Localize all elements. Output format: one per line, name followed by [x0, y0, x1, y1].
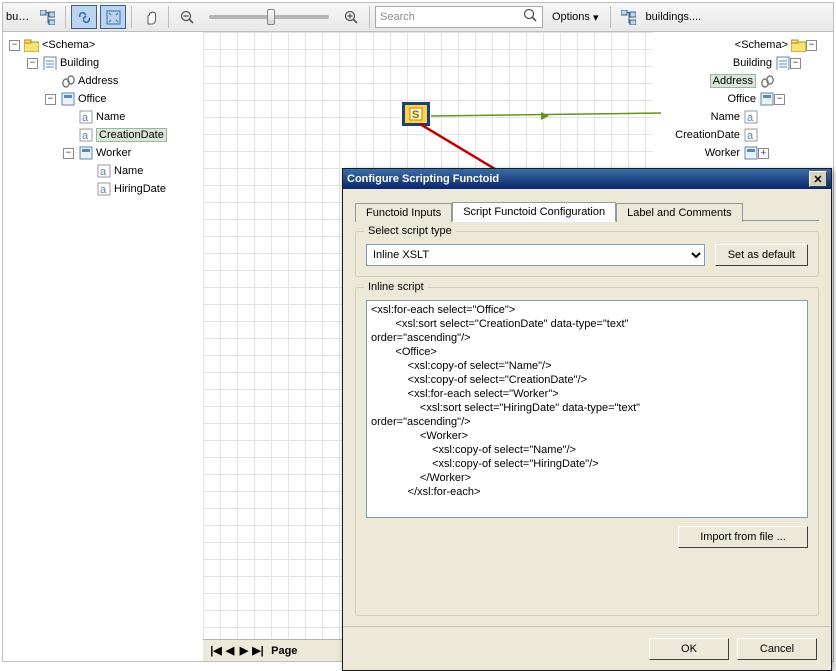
dest-schema-chip: buildings....	[645, 5, 757, 29]
separator	[168, 6, 169, 28]
collapse-icon[interactable]: −	[63, 148, 74, 159]
tree-node-worker-name[interactable]: Name	[81, 162, 203, 180]
tree-node-creationdate[interactable]: CreationDate	[653, 126, 779, 144]
zoom-slider[interactable]	[209, 15, 329, 19]
collapse-icon[interactable]: −	[45, 94, 56, 105]
element-icon	[775, 56, 790, 71]
zoom-out-button[interactable]	[174, 5, 200, 29]
separator	[131, 6, 132, 28]
scripting-functoid[interactable]: S	[402, 102, 430, 126]
inline-script-textarea[interactable]: <xsl:for-each select="Office"> <xsl:sort…	[366, 300, 808, 518]
tree-view-button[interactable]	[34, 5, 60, 29]
tree-node-hiringdate[interactable]: HiringDate	[81, 180, 203, 198]
page-prev-button[interactable]: ◀	[223, 644, 237, 657]
dialog-title: Configure Scripting Functoid	[347, 173, 499, 185]
group-legend: Select script type	[364, 225, 456, 237]
record-icon	[60, 92, 75, 107]
page-last-button[interactable]: ▶|	[251, 644, 265, 657]
tree-node-schema[interactable]: <Schema>−	[653, 36, 827, 54]
search-icon	[523, 8, 538, 26]
page-next-button[interactable]: ▶	[237, 644, 251, 657]
source-schema-chip: buildings....	[5, 5, 31, 29]
record-icon	[743, 146, 758, 161]
tree-node-office[interactable]: −Office	[45, 90, 203, 108]
import-from-file-button[interactable]: Import from file ...	[678, 526, 808, 548]
collapse-icon[interactable]: −	[9, 40, 20, 51]
tab-functoid-inputs[interactable]: Functoid Inputs	[355, 203, 452, 222]
dialog-footer: OK Cancel	[343, 626, 831, 670]
show-links-button[interactable]	[71, 5, 97, 29]
pan-hand-button[interactable]	[137, 5, 163, 29]
close-button[interactable]: ✕	[809, 171, 827, 187]
tree-node-worker[interactable]: −Worker	[63, 144, 203, 162]
collapse-icon[interactable]: −	[774, 94, 785, 105]
tree-node-address[interactable]: Address	[653, 72, 795, 90]
page-label: Page	[271, 645, 297, 657]
attr-icon	[78, 128, 93, 143]
tree-node-address[interactable]: Address	[45, 72, 203, 90]
zoom-thumb[interactable]	[267, 9, 275, 25]
element-icon	[42, 56, 57, 71]
ok-button[interactable]: OK	[649, 638, 729, 660]
group-select-script-type: Select script type Inline XSLT Set as de…	[355, 231, 819, 277]
source-schema-tree[interactable]: −<Schema> −Building Address −Office Name…	[3, 32, 203, 661]
chevron-down-icon: ▾	[593, 11, 599, 24]
separator	[65, 6, 66, 28]
record-icon	[78, 146, 93, 161]
tree-node-building[interactable]: −Building	[27, 54, 203, 72]
tree-node-name[interactable]: Name	[653, 108, 779, 126]
top-toolbar: buildings.... Search Options ▾ buildings…	[2, 2, 834, 32]
set-default-button[interactable]: Set as default	[715, 244, 808, 266]
attr-icon	[96, 164, 111, 179]
zoom-in-button[interactable]	[338, 5, 364, 29]
fit-to-window-button[interactable]	[100, 5, 126, 29]
tab-label-comments[interactable]: Label and Comments	[616, 203, 743, 222]
expand-icon[interactable]: +	[758, 148, 769, 159]
separator	[610, 6, 611, 28]
attr-icon	[78, 110, 93, 125]
record-icon	[759, 92, 774, 107]
tree-node-building[interactable]: Building−	[653, 54, 811, 72]
dialog-titlebar[interactable]: Configure Scripting Functoid ✕	[343, 169, 831, 189]
cancel-button[interactable]: Cancel	[737, 638, 817, 660]
search-input[interactable]: Search	[375, 6, 543, 28]
link-icon	[759, 74, 774, 89]
collapse-icon[interactable]: −	[27, 58, 38, 69]
attr-icon	[743, 128, 758, 143]
attr-icon	[743, 110, 758, 125]
tree-node-name[interactable]: Name	[63, 108, 203, 126]
options-dropdown[interactable]: Options ▾	[546, 6, 605, 28]
attr-icon	[96, 182, 111, 197]
link-icon	[60, 74, 75, 89]
tree-node-schema[interactable]: −<Schema>	[9, 36, 203, 54]
tree-view-right-button[interactable]	[616, 5, 642, 29]
collapse-icon[interactable]: −	[806, 40, 817, 51]
tree-node-worker[interactable]: Worker+	[653, 144, 779, 162]
group-inline-script: Inline script <xsl:for-each select="Offi…	[355, 287, 819, 616]
folder-icon	[24, 38, 39, 53]
dialog-tabs: Functoid Inputs Script Functoid Configur…	[355, 199, 819, 221]
page-first-button[interactable]: |◀	[209, 644, 223, 657]
folder-icon	[791, 38, 806, 53]
svg-text:S: S	[412, 109, 419, 121]
tree-node-office[interactable]: Office−	[653, 90, 795, 108]
collapse-icon[interactable]: −	[790, 58, 801, 69]
tree-node-creationdate[interactable]: CreationDate	[63, 126, 203, 144]
search-placeholder: Search	[380, 11, 415, 23]
configure-functoid-dialog: Configure Scripting Functoid ✕ Functoid …	[342, 168, 832, 671]
script-type-select[interactable]: Inline XSLT	[366, 244, 705, 266]
separator	[369, 6, 370, 28]
tab-script-config[interactable]: Script Functoid Configuration	[452, 202, 616, 222]
group-legend: Inline script	[364, 281, 428, 293]
